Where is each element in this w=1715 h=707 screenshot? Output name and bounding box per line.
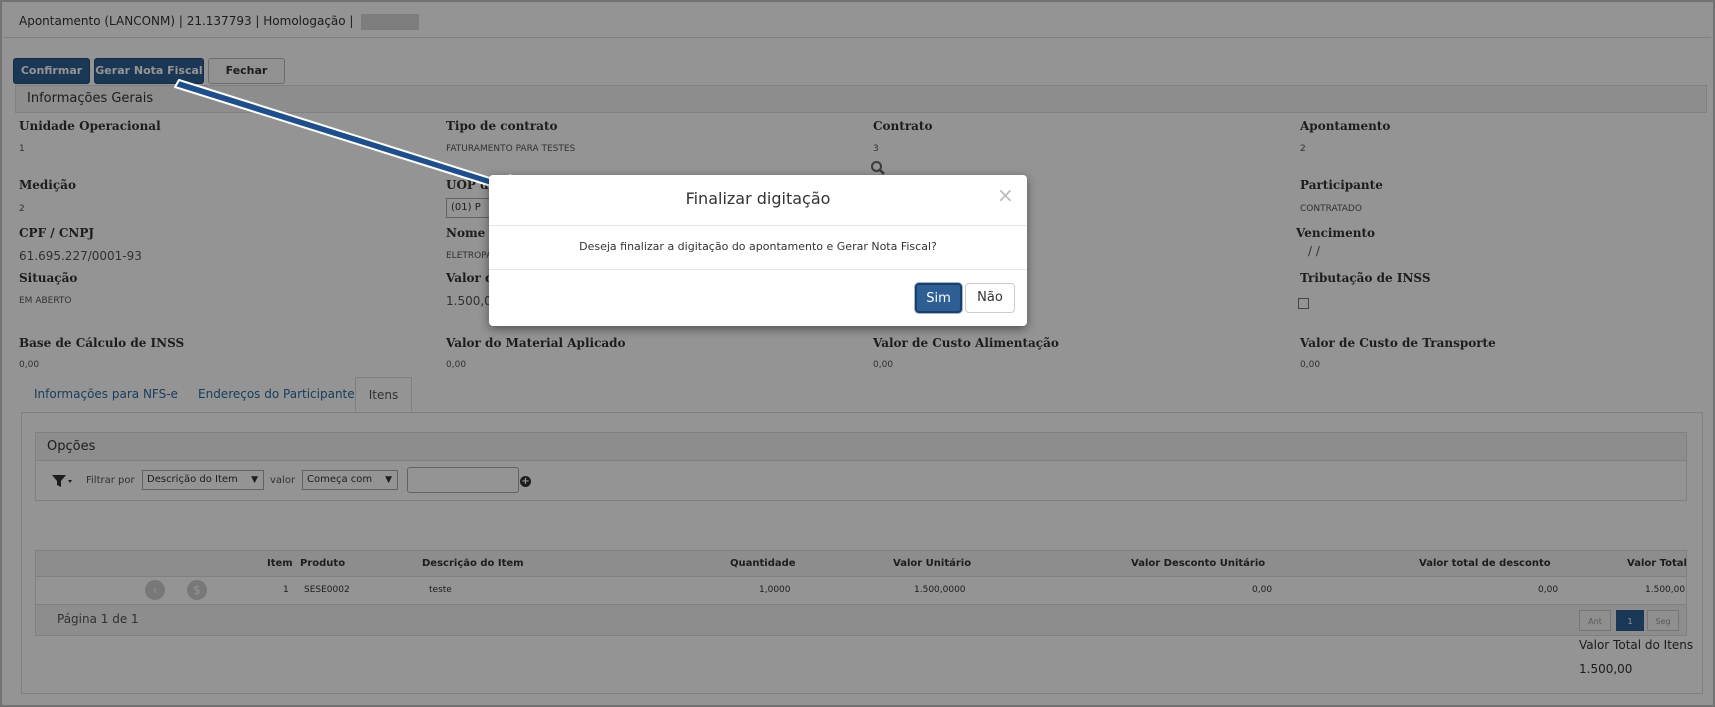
dialog-message: Deseja finalizar a digitação do apontame… [489, 225, 1027, 270]
finalize-dialog: Finalizar digitação × Deseja finalizar a… [489, 175, 1027, 326]
close-icon[interactable]: × [997, 185, 1014, 205]
annotation-arrow [174, 79, 538, 202]
confirm-yes-button[interactable]: Sim [915, 283, 962, 313]
dialog-title: Finalizar digitação [685, 189, 831, 208]
dialog-header: Finalizar digitação × [489, 175, 1027, 226]
confirm-no-button[interactable]: Não [965, 283, 1015, 313]
